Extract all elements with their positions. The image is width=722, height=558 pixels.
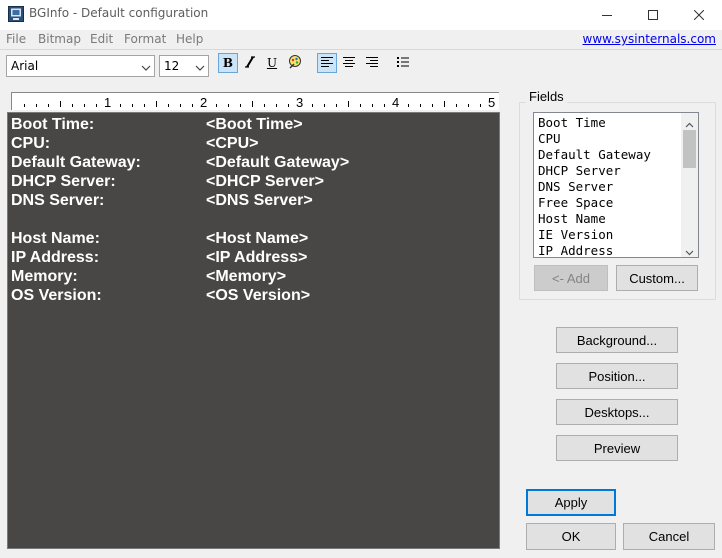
field-list-item[interactable]: Boot Time <box>538 115 606 130</box>
ruler: 1 2 3 4 5 <box>11 92 499 110</box>
editor-line-label: Boot Time: <box>11 116 95 133</box>
editor-line-label: DHCP Server: <box>11 173 116 190</box>
minimize-icon <box>602 10 612 20</box>
bold-icon: B <box>222 56 234 70</box>
editor-line: Memory: <Memory> <box>11 268 286 287</box>
maximize-icon <box>648 10 658 20</box>
align-center-icon <box>342 56 356 71</box>
ruler-number: 4 <box>392 95 399 110</box>
menu-help[interactable]: Help <box>176 32 203 46</box>
font-name-combo[interactable]: Arial <box>6 55 155 77</box>
field-list-item[interactable]: CPU <box>538 131 561 146</box>
bullets-icon <box>396 56 410 71</box>
menu-bar: File Bitmap Edit Format Help www.sysinte… <box>0 30 722 50</box>
editor-line-value: <Memory> <box>206 268 287 285</box>
scroll-down-icon[interactable] <box>685 245 694 257</box>
font-size-value: 12 <box>164 59 180 73</box>
field-list-item[interactable]: DNS Server <box>538 179 613 194</box>
editor-line: Default Gateway: <Default Gateway> <box>11 154 349 173</box>
field-list-item[interactable]: Host Name <box>538 211 606 226</box>
info-editor[interactable]: Boot Time: <Boot Time> CPU: <CPU> Default Ga… <box>7 112 500 549</box>
editor-line: Boot Time: <Boot Time> <box>11 116 303 135</box>
menu-file[interactable]: File <box>6 32 26 46</box>
field-list-item[interactable]: DHCP Server <box>538 163 621 178</box>
italic-button[interactable] <box>240 53 260 73</box>
ruler-number: 3 <box>296 95 303 110</box>
italic-icon <box>243 55 257 72</box>
menu-edit[interactable]: Edit <box>90 32 113 46</box>
editor-line-value: <CPU> <box>206 135 259 152</box>
menu-format[interactable]: Format <box>124 32 166 46</box>
position-button[interactable]: Position... <box>556 363 678 389</box>
align-right-button[interactable] <box>362 53 382 73</box>
editor-line-label: IP Address: <box>11 249 100 266</box>
color-button[interactable] <box>285 53 305 73</box>
minimize-button[interactable] <box>584 0 630 30</box>
editor-line-value: <DNS Server> <box>206 192 313 209</box>
window-title: BGInfo - Default configuration <box>29 6 209 20</box>
bullets-button[interactable] <box>393 53 413 73</box>
font-name-value: Arial <box>11 59 39 73</box>
bold-button[interactable]: B <box>218 53 238 73</box>
title-bar: BGInfo - Default configuration <box>0 0 722 30</box>
editor-line-label: Memory: <box>11 268 78 285</box>
align-right-icon <box>365 56 379 71</box>
chevron-down-icon <box>195 61 205 71</box>
editor-line-value: <DHCP Server> <box>206 173 324 190</box>
underline-button[interactable]: U <box>262 53 282 73</box>
editor-line-value: <IP Address> <box>206 249 308 266</box>
ruler-number: 5 <box>488 95 495 110</box>
fields-label: Fields <box>526 89 567 104</box>
editor-line: DNS Server: <DNS Server> <box>11 192 313 211</box>
editor-line-value: <OS Version> <box>206 287 311 304</box>
editor-line: Host Name: <Host Name> <box>11 230 308 249</box>
editor-line-value: <Default Gateway> <box>206 154 350 171</box>
editor-line-label: CPU: <box>11 135 51 152</box>
field-list-item[interactable]: IE Version <box>538 227 613 242</box>
bginfo-app-icon <box>8 6 24 22</box>
cancel-button[interactable]: Cancel <box>623 523 715 550</box>
ruler-number: 2 <box>200 95 207 110</box>
maximize-button[interactable] <box>630 0 676 30</box>
align-center-button[interactable] <box>339 53 359 73</box>
font-size-combo[interactable]: 12 <box>159 55 209 77</box>
editor-line-value: <Host Name> <box>206 230 309 247</box>
scroll-thumb[interactable] <box>683 130 696 168</box>
field-list-item[interactable]: Free Space <box>538 195 613 210</box>
editor-line-label: DNS Server: <box>11 192 105 209</box>
fields-scrollbar[interactable] <box>681 113 698 257</box>
editor-line-label: Default Gateway: <box>11 154 141 171</box>
close-icon <box>694 10 704 20</box>
editor-line-value: <Boot Time> <box>206 116 303 133</box>
editor-line: OS Version: <OS Version> <box>11 287 310 306</box>
field-list-item[interactable]: Default Gateway <box>538 147 651 162</box>
ruler-number: 1 <box>104 95 111 110</box>
editor-line-label: OS Version: <box>11 287 102 304</box>
apply-button[interactable]: Apply <box>526 489 616 516</box>
custom-field-button[interactable]: Custom... <box>616 265 698 291</box>
editor-line: DHCP Server: <DHCP Server> <box>11 173 324 192</box>
preview-button[interactable]: Preview <box>556 435 678 461</box>
add-field-button[interactable]: <- Add <box>534 265 608 291</box>
editor-line: CPU: <CPU> <box>11 135 258 154</box>
underline-icon: U <box>266 56 278 70</box>
chevron-down-icon <box>141 61 151 71</box>
editor-line: IP Address: <IP Address> <box>11 249 307 268</box>
close-button[interactable] <box>676 0 722 30</box>
field-list-item[interactable]: IP Address <box>538 243 613 257</box>
align-left-icon <box>320 56 334 71</box>
align-left-button[interactable] <box>317 53 337 73</box>
desktops-button[interactable]: Desktops... <box>556 399 678 425</box>
scroll-up-icon[interactable] <box>685 117 694 131</box>
fields-listbox[interactable]: Boot Time CPU Default Gateway DHCP Server DN… <box>533 112 699 258</box>
menu-bitmap[interactable]: Bitmap <box>38 32 81 46</box>
sysinternals-link[interactable]: www.sysinternals.com <box>583 32 717 46</box>
color-icon <box>287 54 303 73</box>
ok-button[interactable]: OK <box>526 523 616 550</box>
background-button[interactable]: Background... <box>556 327 678 353</box>
editor-line-label: Host Name: <box>11 230 100 247</box>
